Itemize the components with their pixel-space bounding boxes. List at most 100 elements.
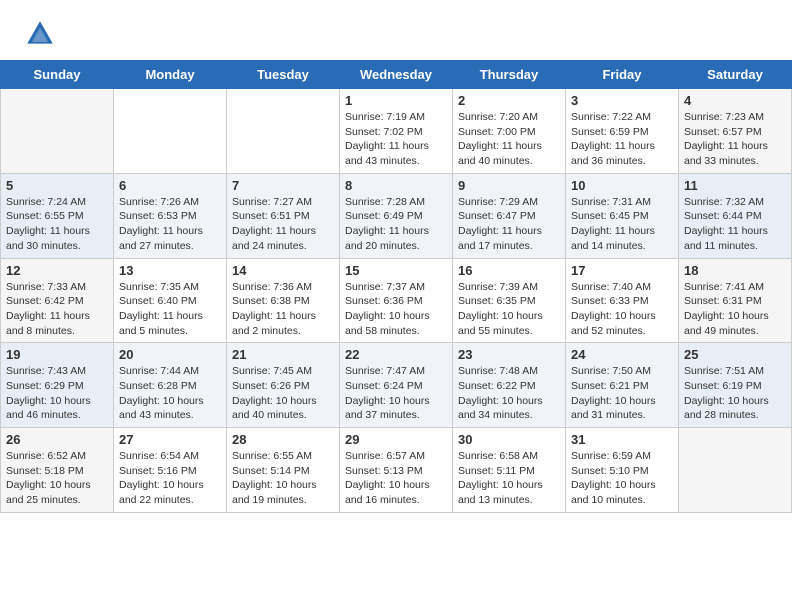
day-number: 30 bbox=[458, 432, 560, 447]
day-info: Sunrise: 7:29 AM Sunset: 6:47 PM Dayligh… bbox=[458, 195, 560, 254]
day-number: 17 bbox=[571, 263, 673, 278]
day-number: 13 bbox=[119, 263, 221, 278]
calendar-cell: 1 Sunrise: 7:19 AM Sunset: 7:02 PM Daylig… bbox=[340, 89, 453, 174]
calendar-cell: 4Sunrise: 7:23 AM Sunset: 6:57 PM Daylig… bbox=[679, 89, 792, 174]
day-number: 10 bbox=[571, 178, 673, 193]
weekday-header-tuesday: Tuesday bbox=[227, 61, 340, 89]
calendar-week-3: 12Sunrise: 7:33 AM Sunset: 6:42 PM Dayli… bbox=[1, 258, 792, 343]
day-number: 4 bbox=[684, 93, 786, 108]
logo bbox=[24, 18, 60, 50]
calendar-week-4: 19Sunrise: 7:43 AM Sunset: 6:29 PM Dayli… bbox=[1, 343, 792, 428]
day-info: Sunrise: 7:51 AM Sunset: 6:19 PM Dayligh… bbox=[684, 364, 786, 423]
day-number: 15 bbox=[345, 263, 447, 278]
day-info: Sunrise: 7:44 AM Sunset: 6:28 PM Dayligh… bbox=[119, 364, 221, 423]
day-number: 22 bbox=[345, 347, 447, 362]
day-info: Sunrise: 7:24 AM Sunset: 6:55 PM Dayligh… bbox=[6, 195, 108, 254]
day-number: 9 bbox=[458, 178, 560, 193]
day-info: Sunrise: 7:27 AM Sunset: 6:51 PM Dayligh… bbox=[232, 195, 334, 254]
day-info: Sunrise: 7:45 AM Sunset: 6:26 PM Dayligh… bbox=[232, 364, 334, 423]
calendar-cell: 14 Sunrise: 7:36 AM Sunset: 6:38 PM Dayli… bbox=[227, 258, 340, 343]
day-info: Sunrise: 7:36 AM Sunset: 6:38 PM Dayligh… bbox=[232, 280, 334, 339]
weekday-header-monday: Monday bbox=[114, 61, 227, 89]
calendar-cell: 10 Sunrise: 7:31 AM Sunset: 6:45 PM Dayli… bbox=[566, 173, 679, 258]
day-number: 23 bbox=[458, 347, 560, 362]
day-info: Sunrise: 6:52 AM Sunset: 5:18 PM Dayligh… bbox=[6, 449, 108, 508]
calendar-cell: 20 Sunrise: 7:44 AM Sunset: 6:28 PM Dayli… bbox=[114, 343, 227, 428]
day-number: 8 bbox=[345, 178, 447, 193]
day-info: Sunrise: 7:20 AM Sunset: 7:00 PM Dayligh… bbox=[458, 110, 560, 169]
weekday-header-thursday: Thursday bbox=[453, 61, 566, 89]
day-info: Sunrise: 7:50 AM Sunset: 6:21 PM Dayligh… bbox=[571, 364, 673, 423]
day-number: 28 bbox=[232, 432, 334, 447]
calendar-cell: 22 Sunrise: 7:47 AM Sunset: 6:24 PM Dayli… bbox=[340, 343, 453, 428]
calendar-table: SundayMondayTuesdayWednesdayThursdayFrid… bbox=[0, 60, 792, 513]
day-number: 3 bbox=[571, 93, 673, 108]
day-number: 31 bbox=[571, 432, 673, 447]
day-info: Sunrise: 7:39 AM Sunset: 6:35 PM Dayligh… bbox=[458, 280, 560, 339]
day-number: 2 bbox=[458, 93, 560, 108]
weekday-header-friday: Friday bbox=[566, 61, 679, 89]
day-number: 24 bbox=[571, 347, 673, 362]
calendar-cell: 17 Sunrise: 7:40 AM Sunset: 6:33 PM Dayli… bbox=[566, 258, 679, 343]
calendar-cell: 6 Sunrise: 7:26 AM Sunset: 6:53 PM Daylig… bbox=[114, 173, 227, 258]
calendar-header-row: SundayMondayTuesdayWednesdayThursdayFrid… bbox=[1, 61, 792, 89]
day-info: Sunrise: 6:55 AM Sunset: 5:14 PM Dayligh… bbox=[232, 449, 334, 508]
calendar-cell: 23 Sunrise: 7:48 AM Sunset: 6:22 PM Dayli… bbox=[453, 343, 566, 428]
calendar-cell: 16 Sunrise: 7:39 AM Sunset: 6:35 PM Dayli… bbox=[453, 258, 566, 343]
day-number: 21 bbox=[232, 347, 334, 362]
day-info: Sunrise: 7:47 AM Sunset: 6:24 PM Dayligh… bbox=[345, 364, 447, 423]
weekday-header-saturday: Saturday bbox=[679, 61, 792, 89]
day-info: Sunrise: 7:19 AM Sunset: 7:02 PM Dayligh… bbox=[345, 110, 447, 169]
calendar-cell: 8 Sunrise: 7:28 AM Sunset: 6:49 PM Daylig… bbox=[340, 173, 453, 258]
day-info: Sunrise: 7:26 AM Sunset: 6:53 PM Dayligh… bbox=[119, 195, 221, 254]
logo-icon bbox=[24, 18, 56, 50]
calendar-cell: 21 Sunrise: 7:45 AM Sunset: 6:26 PM Dayli… bbox=[227, 343, 340, 428]
day-info: Sunrise: 6:54 AM Sunset: 5:16 PM Dayligh… bbox=[119, 449, 221, 508]
calendar-week-2: 5 Sunrise: 7:24 AM Sunset: 6:55 PM Daylig… bbox=[1, 173, 792, 258]
day-info: Sunrise: 7:31 AM Sunset: 6:45 PM Dayligh… bbox=[571, 195, 673, 254]
calendar-cell: 7 Sunrise: 7:27 AM Sunset: 6:51 PM Daylig… bbox=[227, 173, 340, 258]
weekday-header-sunday: Sunday bbox=[1, 61, 114, 89]
day-number: 26 bbox=[6, 432, 108, 447]
day-number: 29 bbox=[345, 432, 447, 447]
day-info: Sunrise: 7:48 AM Sunset: 6:22 PM Dayligh… bbox=[458, 364, 560, 423]
day-info: Sunrise: 7:28 AM Sunset: 6:49 PM Dayligh… bbox=[345, 195, 447, 254]
day-number: 27 bbox=[119, 432, 221, 447]
calendar-cell bbox=[114, 89, 227, 174]
day-number: 12 bbox=[6, 263, 108, 278]
day-number: 7 bbox=[232, 178, 334, 193]
calendar-cell: 26 Sunrise: 6:52 AM Sunset: 5:18 PM Dayli… bbox=[1, 428, 114, 513]
calendar-cell: 30 Sunrise: 6:58 AM Sunset: 5:11 PM Dayli… bbox=[453, 428, 566, 513]
day-number: 16 bbox=[458, 263, 560, 278]
day-info: Sunrise: 7:32 AM Sunset: 6:44 PM Dayligh… bbox=[684, 195, 786, 254]
day-info: Sunrise: 6:57 AM Sunset: 5:13 PM Dayligh… bbox=[345, 449, 447, 508]
calendar-cell: 13 Sunrise: 7:35 AM Sunset: 6:40 PM Dayli… bbox=[114, 258, 227, 343]
day-number: 20 bbox=[119, 347, 221, 362]
calendar-cell: 5 Sunrise: 7:24 AM Sunset: 6:55 PM Daylig… bbox=[1, 173, 114, 258]
calendar-cell: 25Sunrise: 7:51 AM Sunset: 6:19 PM Dayli… bbox=[679, 343, 792, 428]
weekday-header-wednesday: Wednesday bbox=[340, 61, 453, 89]
calendar-cell bbox=[227, 89, 340, 174]
calendar-cell: 18 Sunrise: 7:41 AM Sunset: 6:31 PM Dayli… bbox=[679, 258, 792, 343]
calendar-cell bbox=[1, 89, 114, 174]
calendar-cell: 24 Sunrise: 7:50 AM Sunset: 6:21 PM Dayli… bbox=[566, 343, 679, 428]
day-info: Sunrise: 7:35 AM Sunset: 6:40 PM Dayligh… bbox=[119, 280, 221, 339]
day-info: Sunrise: 6:58 AM Sunset: 5:11 PM Dayligh… bbox=[458, 449, 560, 508]
calendar-cell: 19Sunrise: 7:43 AM Sunset: 6:29 PM Dayli… bbox=[1, 343, 114, 428]
calendar-cell: 15 Sunrise: 7:37 AM Sunset: 6:36 PM Dayli… bbox=[340, 258, 453, 343]
calendar-week-5: 26 Sunrise: 6:52 AM Sunset: 5:18 PM Dayli… bbox=[1, 428, 792, 513]
day-info: Sunrise: 7:40 AM Sunset: 6:33 PM Dayligh… bbox=[571, 280, 673, 339]
day-number: 14 bbox=[232, 263, 334, 278]
day-info: Sunrise: 7:37 AM Sunset: 6:36 PM Dayligh… bbox=[345, 280, 447, 339]
day-info: Sunrise: 7:22 AM Sunset: 6:59 PM Dayligh… bbox=[571, 110, 673, 169]
day-info: Sunrise: 7:43 AM Sunset: 6:29 PM Dayligh… bbox=[6, 364, 108, 423]
day-number: 5 bbox=[6, 178, 108, 193]
day-number: 1 bbox=[345, 93, 447, 108]
calendar-cell: 3 Sunrise: 7:22 AM Sunset: 6:59 PM Daylig… bbox=[566, 89, 679, 174]
calendar-cell: 9 Sunrise: 7:29 AM Sunset: 6:47 PM Daylig… bbox=[453, 173, 566, 258]
day-number: 18 bbox=[684, 263, 786, 278]
day-number: 6 bbox=[119, 178, 221, 193]
day-info: Sunrise: 7:41 AM Sunset: 6:31 PM Dayligh… bbox=[684, 280, 786, 339]
day-info: Sunrise: 6:59 AM Sunset: 5:10 PM Dayligh… bbox=[571, 449, 673, 508]
calendar-cell: 27 Sunrise: 6:54 AM Sunset: 5:16 PM Dayli… bbox=[114, 428, 227, 513]
